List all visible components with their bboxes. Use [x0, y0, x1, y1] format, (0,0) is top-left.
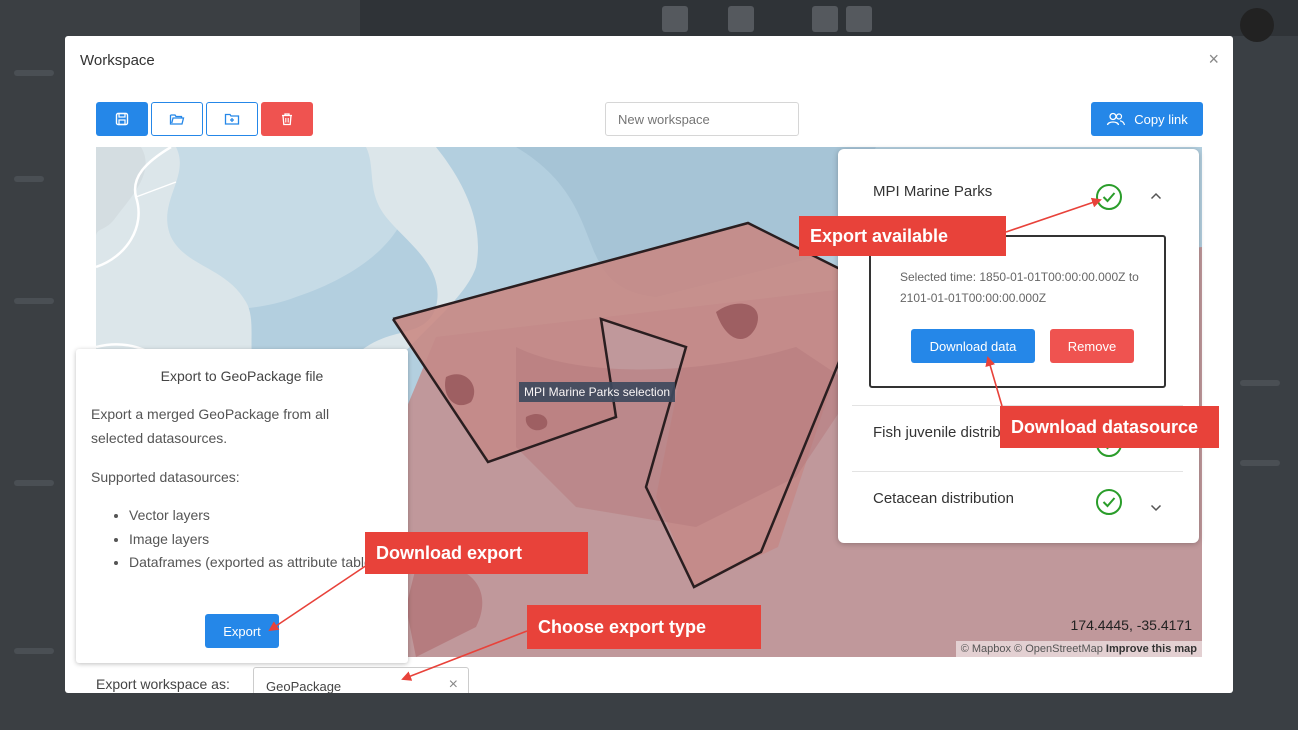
annotation-arrows: [268, 197, 1102, 681]
arrow-download-datasource: [985, 356, 1003, 407]
arrow-download-export: [268, 564, 368, 632]
arrow-export-available: [1005, 197, 1102, 233]
arrow-choose-export-type: [401, 630, 528, 681]
